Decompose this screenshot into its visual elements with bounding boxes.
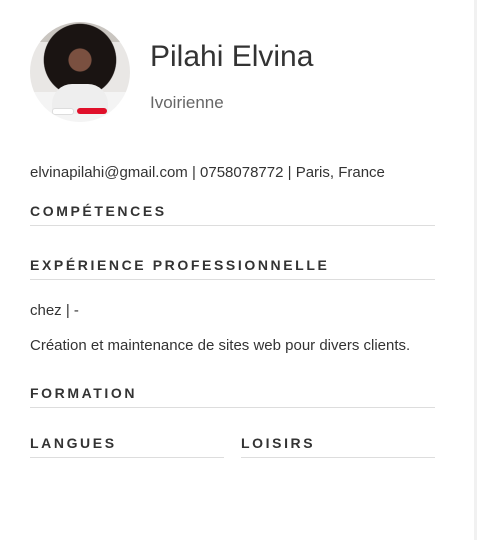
experience-description: Création et maintenance de sites web pou… xyxy=(30,337,411,354)
email: elvinapilahi@gmail.com xyxy=(30,164,188,181)
nationality: Ivoirienne xyxy=(150,93,224,112)
section-heading-languages: LANGUES xyxy=(30,435,224,458)
experience-title: chez | - xyxy=(30,302,79,319)
avatar-photo-detail xyxy=(52,108,74,115)
separator: | xyxy=(283,164,296,181)
avatar xyxy=(30,22,130,122)
section-heading-skills: COMPÉTENCES xyxy=(30,203,435,226)
section-heading-education: FORMATION xyxy=(30,385,435,408)
separator: | xyxy=(187,164,201,181)
avatar-photo-detail xyxy=(77,108,107,114)
candidate-name: Pilahi Elvina xyxy=(150,40,314,73)
section-heading-hobbies: LOISIRS xyxy=(241,435,435,458)
section-heading-experience: EXPÉRIENCE PROFESSIONNELLE xyxy=(30,257,435,280)
location: Paris, France xyxy=(295,164,385,181)
phone: 0758078772 xyxy=(200,164,284,181)
contact-line: elvinapilahi@gmail.com | 0758078772 | Pa… xyxy=(30,164,385,181)
